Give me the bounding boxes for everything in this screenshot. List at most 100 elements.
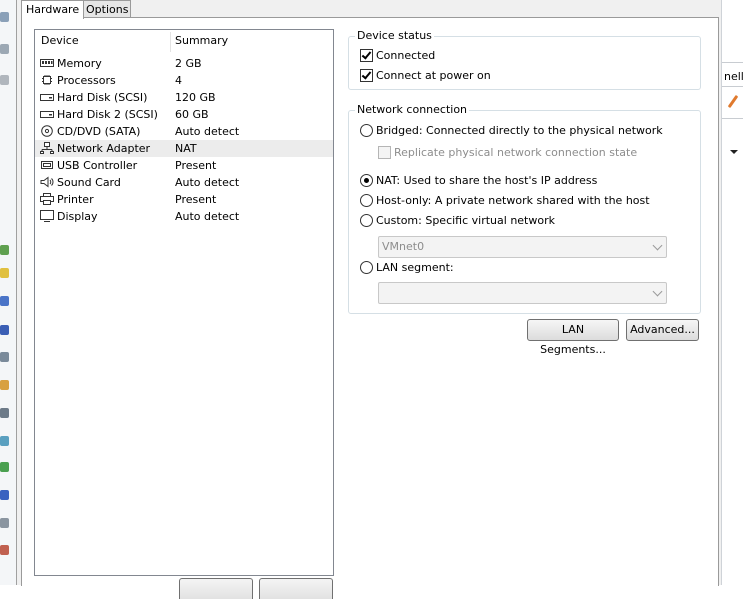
column-header-summary[interactable]: Summary xyxy=(175,34,228,48)
device-summary: 2 GB xyxy=(175,57,202,70)
display-icon xyxy=(40,210,54,222)
bridged-radio[interactable] xyxy=(360,124,373,137)
background-icon xyxy=(0,325,9,335)
background-icon xyxy=(0,408,9,418)
device-name: Printer xyxy=(57,193,94,206)
background-icon xyxy=(0,75,9,85)
bridged-label[interactable]: Bridged: Connected directly to the physi… xyxy=(376,123,663,139)
background-icon xyxy=(0,296,9,306)
background-icon xyxy=(0,268,9,278)
remove-button[interactable] xyxy=(259,578,333,599)
replicate-state-checkbox[interactable] xyxy=(378,146,391,159)
lan-segments-button[interactable]: LAN Segments... xyxy=(527,319,619,356)
device-summary: NAT xyxy=(175,142,197,155)
device-row-processors[interactable]: Processors 4 xyxy=(35,72,333,89)
device-summary: 60 GB xyxy=(175,108,209,121)
custom-network-value: VMnet0 xyxy=(382,240,425,253)
background-icon xyxy=(0,490,9,500)
device-row-display[interactable]: Display Auto detect xyxy=(35,208,333,225)
hard-disk-icon xyxy=(40,111,54,118)
background-icon xyxy=(0,245,9,255)
device-list[interactable]: Device Summary Memory 2 GB Processors 4 … xyxy=(34,29,334,576)
sound-card-icon xyxy=(40,176,54,188)
chevron-down-icon xyxy=(652,286,663,297)
cd-dvd-icon xyxy=(41,125,53,137)
device-row-usb-controller[interactable]: USB Controller Present xyxy=(35,157,333,174)
hard-disk-icon xyxy=(40,94,54,101)
usb-icon xyxy=(41,161,53,169)
device-row-hard-disk-2[interactable]: Hard Disk 2 (SCSI) 60 GB xyxy=(35,106,333,123)
network-connection-legend: Network connection xyxy=(355,103,470,117)
dropdown-arrow-icon[interactable] xyxy=(730,150,738,154)
device-row-network-adapter[interactable]: Network Adapter NAT xyxy=(35,140,333,157)
lan-segment-radio[interactable] xyxy=(360,261,373,274)
custom-radio[interactable] xyxy=(360,214,373,227)
device-summary: Auto detect xyxy=(175,176,240,189)
device-summary: Auto detect xyxy=(175,125,240,138)
background-divider xyxy=(722,86,743,87)
custom-label[interactable]: Custom: Specific virtual network xyxy=(376,213,555,229)
device-name: Hard Disk 2 (SCSI) xyxy=(57,108,158,121)
device-name: Sound Card xyxy=(57,176,121,189)
device-name: CD/DVD (SATA) xyxy=(57,125,141,138)
lan-segment-label[interactable]: LAN segment: xyxy=(376,260,454,276)
background-icon xyxy=(0,462,9,472)
vm-settings-dialog: Hardware Options Device Summary Memory 2… xyxy=(16,0,721,599)
device-row-sound-card[interactable]: Sound Card Auto detect xyxy=(35,174,333,191)
chevron-down-icon xyxy=(652,240,663,251)
replicate-state-label[interactable]: Replicate physical network connection st… xyxy=(394,145,637,161)
hardware-tab-panel: Device Summary Memory 2 GB Processors 4 … xyxy=(21,17,719,599)
network-connection-group: Network connection Bridged: Connected di… xyxy=(348,103,701,314)
device-summary: Present xyxy=(175,159,217,172)
device-name: USB Controller xyxy=(57,159,138,172)
printer-icon xyxy=(40,193,54,205)
custom-network-select[interactable]: VMnet0 xyxy=(378,236,667,258)
device-row-memory[interactable]: Memory 2 GB xyxy=(35,55,333,72)
nat-label[interactable]: NAT: Used to share the host's IP address xyxy=(376,173,597,189)
device-summary: Auto detect xyxy=(175,210,240,223)
background-icon xyxy=(0,44,9,54)
background-divider xyxy=(722,62,743,63)
connected-checkbox[interactable] xyxy=(360,49,373,62)
device-status-group: Device status Connected Connect at power… xyxy=(348,29,701,90)
tab-options[interactable]: Options xyxy=(81,0,131,18)
device-summary: 4 xyxy=(175,74,182,87)
connect-at-power-on-label[interactable]: Connect at power on xyxy=(376,68,491,84)
background-icon xyxy=(0,352,9,362)
advanced-button[interactable]: Advanced... xyxy=(626,319,699,341)
device-name: Hard Disk (SCSI) xyxy=(57,91,148,104)
background-app-right-strip: nelle xyxy=(721,0,743,585)
host-only-label[interactable]: Host-only: A private network shared with… xyxy=(376,193,650,209)
background-icon xyxy=(0,380,9,390)
background-icon xyxy=(0,518,9,528)
background-icon xyxy=(0,545,9,555)
connect-at-power-on-checkbox[interactable] xyxy=(360,69,373,82)
device-name: Display xyxy=(57,210,98,223)
column-divider[interactable] xyxy=(170,32,171,52)
device-status-legend: Device status xyxy=(355,29,434,43)
device-row-cd-dvd[interactable]: CD/DVD (SATA) Auto detect xyxy=(35,123,333,140)
pencil-icon xyxy=(727,94,739,109)
background-icon xyxy=(0,436,9,446)
device-row-hard-disk[interactable]: Hard Disk (SCSI) 120 GB xyxy=(35,89,333,106)
device-name: Processors xyxy=(57,74,116,87)
processor-icon xyxy=(42,75,52,85)
background-app-left-strip xyxy=(0,0,17,585)
add-button[interactable] xyxy=(179,578,253,599)
network-adapter-icon xyxy=(40,142,54,154)
column-header-device[interactable]: Device xyxy=(41,34,79,48)
memory-icon xyxy=(40,59,54,67)
background-divider xyxy=(722,118,743,119)
device-row-printer[interactable]: Printer Present xyxy=(35,191,333,208)
device-summary: 120 GB xyxy=(175,91,216,104)
device-name: Network Adapter xyxy=(57,142,151,155)
connected-label[interactable]: Connected xyxy=(376,48,435,64)
device-name: Memory xyxy=(57,57,102,70)
background-app-text: nelle xyxy=(724,70,743,83)
lan-segment-select[interactable] xyxy=(378,282,667,304)
nat-radio[interactable] xyxy=(360,174,373,187)
host-only-radio[interactable] xyxy=(360,194,373,207)
background-icon xyxy=(0,12,9,22)
device-list-header: Device Summary xyxy=(35,30,333,52)
tab-hardware[interactable]: Hardware xyxy=(21,0,84,19)
